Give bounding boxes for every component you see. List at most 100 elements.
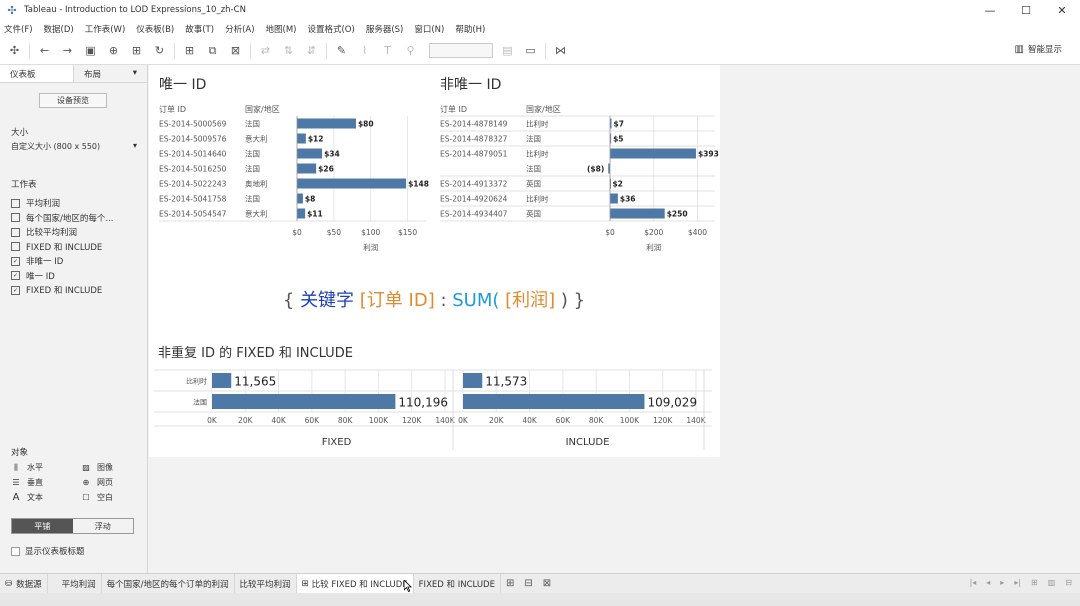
show-title-checkbox[interactable]	[11, 546, 20, 556]
sheet-item-label: FIXED 和 INCLUDE	[26, 286, 103, 297]
new-worksheet-tab-icon[interactable]: ⊞	[501, 578, 519, 589]
pause-updates-icon[interactable]: ⊞	[128, 42, 145, 59]
menu-help[interactable]: 帮助(H)	[455, 23, 485, 35]
database-icon: ⛁	[5, 578, 13, 589]
duplicate-sheet-icon[interactable]: ⧉	[204, 42, 221, 59]
status-bar	[0, 593, 1080, 606]
sheet-tab[interactable]: 平均利润	[48, 574, 102, 593]
text-icon: A	[12, 492, 20, 503]
show-me-button[interactable]: ▥ 智能显示	[1015, 43, 1062, 56]
menu-dashboard[interactable]: 仪表板(B)	[136, 23, 174, 35]
save-icon[interactable]: ▣	[82, 42, 99, 59]
fit-dropdown[interactable]	[429, 43, 493, 58]
close-icon[interactable]: ✕	[1044, 0, 1080, 20]
menu-format[interactable]: 设置格式(O)	[307, 23, 354, 35]
lod-formula: { 关键字 [订单 ID] : SUM( [利润] ) }	[283, 290, 585, 311]
card-toggle-icon[interactable]: ▤	[499, 42, 516, 59]
tab-dashboard[interactable]: 仪表板	[0, 65, 74, 82]
menu-server[interactable]: 服务器(S)	[366, 23, 404, 35]
refresh-icon[interactable]: ↻	[151, 42, 168, 59]
new-story-tab-icon[interactable]: ⊠	[538, 578, 556, 589]
bar-label: $36	[620, 195, 636, 204]
sheet-item[interactable]: ✓ 唯一 ID	[11, 269, 113, 284]
new-worksheet-icon[interactable]: ⊞	[181, 42, 198, 59]
show-title-option[interactable]: 显示仪表板标题	[11, 545, 85, 557]
share-icon[interactable]: ⋈	[552, 42, 569, 59]
bar	[610, 208, 665, 219]
show-title-label: 显示仪表板标题	[25, 547, 85, 557]
tab-data-source[interactable]: ⛁ 数据源	[0, 574, 48, 593]
sheet-tab-active[interactable]: ⊞ 比较 FIXED 和 INCLUDE	[296, 574, 414, 593]
object-image[interactable]: ▨ 图像	[81, 462, 141, 473]
bar-label: $26	[318, 165, 334, 174]
bar-label: 110,196	[398, 396, 448, 410]
fix-axes-icon[interactable]: ⚲	[402, 42, 419, 59]
presentation-mode-icon[interactable]: ▭	[522, 42, 539, 59]
swap-icon[interactable]: ⇄	[257, 42, 274, 59]
sheet-item[interactable]: 平均利润	[11, 196, 113, 211]
country-cell: 比利时	[526, 149, 549, 159]
menu-analysis[interactable]: 分析(A)	[225, 23, 254, 35]
filmstrip-view-icon[interactable]: ▥	[1048, 578, 1056, 587]
sheet-item[interactable]: 每个国家/地区的每个...	[11, 211, 113, 226]
panel-title: INCLUDE	[566, 437, 610, 448]
labels-icon[interactable]: T	[379, 42, 396, 59]
next-tab-icon[interactable]: ▸	[1000, 578, 1004, 587]
menu-data[interactable]: 数据(D)	[44, 23, 74, 35]
panel-title: FIXED	[322, 437, 352, 448]
tableau-home-icon[interactable]: ✣	[6, 42, 23, 59]
sheet-item-label: 平均利润	[26, 199, 61, 210]
tab-label: 数据源	[16, 579, 42, 590]
sheet-item[interactable]: 比较平均利润	[11, 225, 113, 240]
minimize-icon[interactable]: —	[972, 0, 1008, 20]
tab-layout[interactable]: 布局 ▾	[74, 65, 147, 82]
sort-ascending-icon[interactable]: ⇅	[280, 42, 297, 59]
undo-icon[interactable]: ←	[36, 42, 53, 59]
sheet-tab[interactable]: 每个国家/地区的每个订单的利润	[102, 574, 235, 593]
floating-button[interactable]: 浮动	[73, 519, 134, 533]
toolbar-divider	[250, 42, 251, 59]
last-tab-icon[interactable]: ▸|	[1014, 578, 1021, 587]
sheet-item[interactable]: FIXED 和 INCLUDE	[11, 240, 113, 255]
axis-tick-label: 100K	[369, 416, 389, 425]
object-horizontal[interactable]: ⫼ 水平	[11, 462, 81, 473]
sheet-item[interactable]: ✓ FIXED 和 INCLUDE	[11, 283, 113, 298]
size-select[interactable]: 自定义大小 (800 x 550) ▾	[11, 141, 137, 154]
redo-icon[interactable]: →	[59, 42, 76, 59]
tabs-view-icon[interactable]: ⊟	[1065, 578, 1072, 587]
first-tab-icon[interactable]: |◂	[970, 578, 977, 587]
previous-tab-icon[interactable]: ◂	[986, 578, 990, 587]
maximize-icon[interactable]: ☐	[1008, 0, 1044, 20]
menu-map[interactable]: 地图(M)	[266, 23, 297, 35]
object-web[interactable]: ⊕ 网页	[81, 477, 141, 488]
order-id-cell: ES-2014-5054547	[159, 210, 227, 219]
new-dashboard-tab-icon[interactable]: ⊟	[519, 578, 537, 589]
group-icon[interactable]: ⌇	[356, 42, 373, 59]
vertical-icon: ☰	[12, 478, 20, 487]
object-text[interactable]: A 文本	[11, 492, 81, 503]
sort-descending-icon[interactable]: ⇵	[303, 42, 320, 59]
order-id-cell: ES-2014-4879051	[440, 150, 508, 159]
bar	[297, 193, 303, 204]
sheet-tab[interactable]: 比较平均利润	[235, 574, 297, 593]
menu-story[interactable]: 故事(T)	[185, 23, 214, 35]
clear-sheet-icon[interactable]: ⊠	[227, 42, 244, 59]
menu-file[interactable]: 文件(F)	[4, 23, 33, 35]
new-data-source-icon[interactable]: ⊕	[105, 42, 122, 59]
country-cell: 意大利	[245, 209, 268, 219]
menu-worksheet[interactable]: 工作表(W)	[85, 23, 126, 35]
unique-id-title: 唯一 ID	[159, 77, 206, 93]
object-blank[interactable]: ☐ 空白	[81, 492, 141, 503]
grid-view-icon[interactable]: ⊞	[1031, 578, 1038, 587]
highlight-icon[interactable]: ✎	[333, 42, 350, 59]
bar	[297, 208, 306, 219]
device-preview-button[interactable]: 设备预览	[39, 93, 107, 108]
unique-order-header: 订单 ID	[159, 104, 186, 114]
sheet-tab[interactable]: FIXED 和 INCLUDE	[414, 574, 501, 593]
tiled-button[interactable]: 平铺	[12, 519, 73, 533]
menu-window[interactable]: 窗口(N)	[414, 23, 444, 35]
order-id-cell: ES-2014-5000569	[159, 120, 227, 129]
sheet-item[interactable]: ✓ 非唯一 ID	[11, 254, 113, 269]
axis-tick-label: 40K	[271, 416, 287, 425]
object-vertical[interactable]: ☰ 垂直	[11, 477, 81, 488]
